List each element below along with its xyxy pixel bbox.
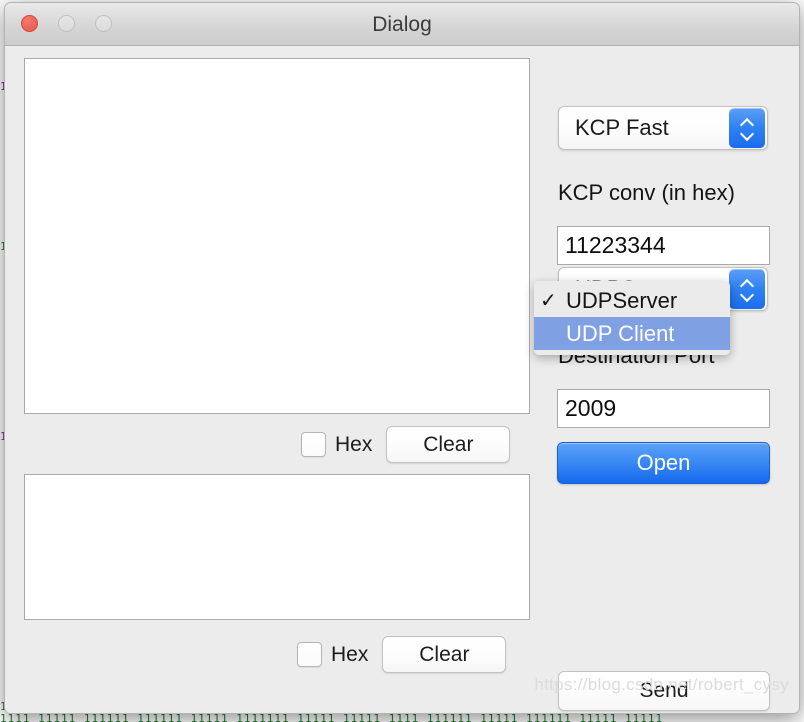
send-hex-label: Hex — [331, 642, 369, 666]
destination-port-input[interactable]: 2009 — [557, 389, 770, 428]
menu-item-label: UDPServer — [566, 287, 678, 313]
watermark-text: https://blog.csdn.net/robert_cysy — [534, 675, 789, 694]
protocol-stepper-icon[interactable] — [729, 108, 765, 148]
chevron-up-icon — [741, 280, 754, 288]
receive-textarea[interactable] — [24, 58, 530, 414]
receive-controls-row: Hex Clear — [301, 426, 511, 463]
receive-hex-checkbox[interactable] — [301, 432, 326, 457]
chevron-down-icon — [741, 130, 754, 138]
checkmark-icon: ✓ — [540, 290, 557, 312]
send-hex-checkbox[interactable] — [297, 642, 322, 667]
menu-item-udp-client[interactable]: UDP Client — [534, 317, 730, 350]
protocol-select-value: KCP Fast — [575, 115, 669, 140]
mode-stepper-icon[interactable] — [729, 269, 765, 309]
mode-dropdown-menu[interactable]: ✓ UDPServer UDP Client — [534, 281, 730, 355]
kcp-conv-label: KCP conv (in hex) — [558, 180, 735, 205]
dialog-window: Dialog Hex Clear Hex Clear KCP Fast KCP … — [4, 2, 800, 714]
menu-item-udpserver[interactable]: ✓ UDPServer — [534, 284, 730, 317]
settings-panel: KCP Fast KCP conv (in hex) 11223344 UDPS… — [554, 46, 786, 713]
send-textarea[interactable] — [24, 474, 530, 620]
receive-clear-button[interactable]: Clear — [386, 426, 511, 463]
send-controls-row: Hex Clear — [297, 636, 507, 673]
protocol-select[interactable]: KCP Fast — [558, 106, 768, 150]
menu-item-label: UDP Client — [566, 320, 675, 346]
dialog-content: Hex Clear Hex Clear KCP Fast KCP conv (i… — [5, 46, 799, 713]
receive-hex-label: Hex — [335, 432, 373, 456]
chevron-up-icon — [741, 119, 754, 127]
chevron-down-icon — [741, 291, 754, 299]
kcp-conv-input[interactable]: 11223344 — [557, 226, 770, 265]
open-button[interactable]: Open — [557, 442, 770, 484]
window-titlebar[interactable]: Dialog — [5, 3, 799, 46]
send-clear-button[interactable]: Clear — [382, 636, 507, 673]
window-title: Dialog — [372, 13, 432, 36]
